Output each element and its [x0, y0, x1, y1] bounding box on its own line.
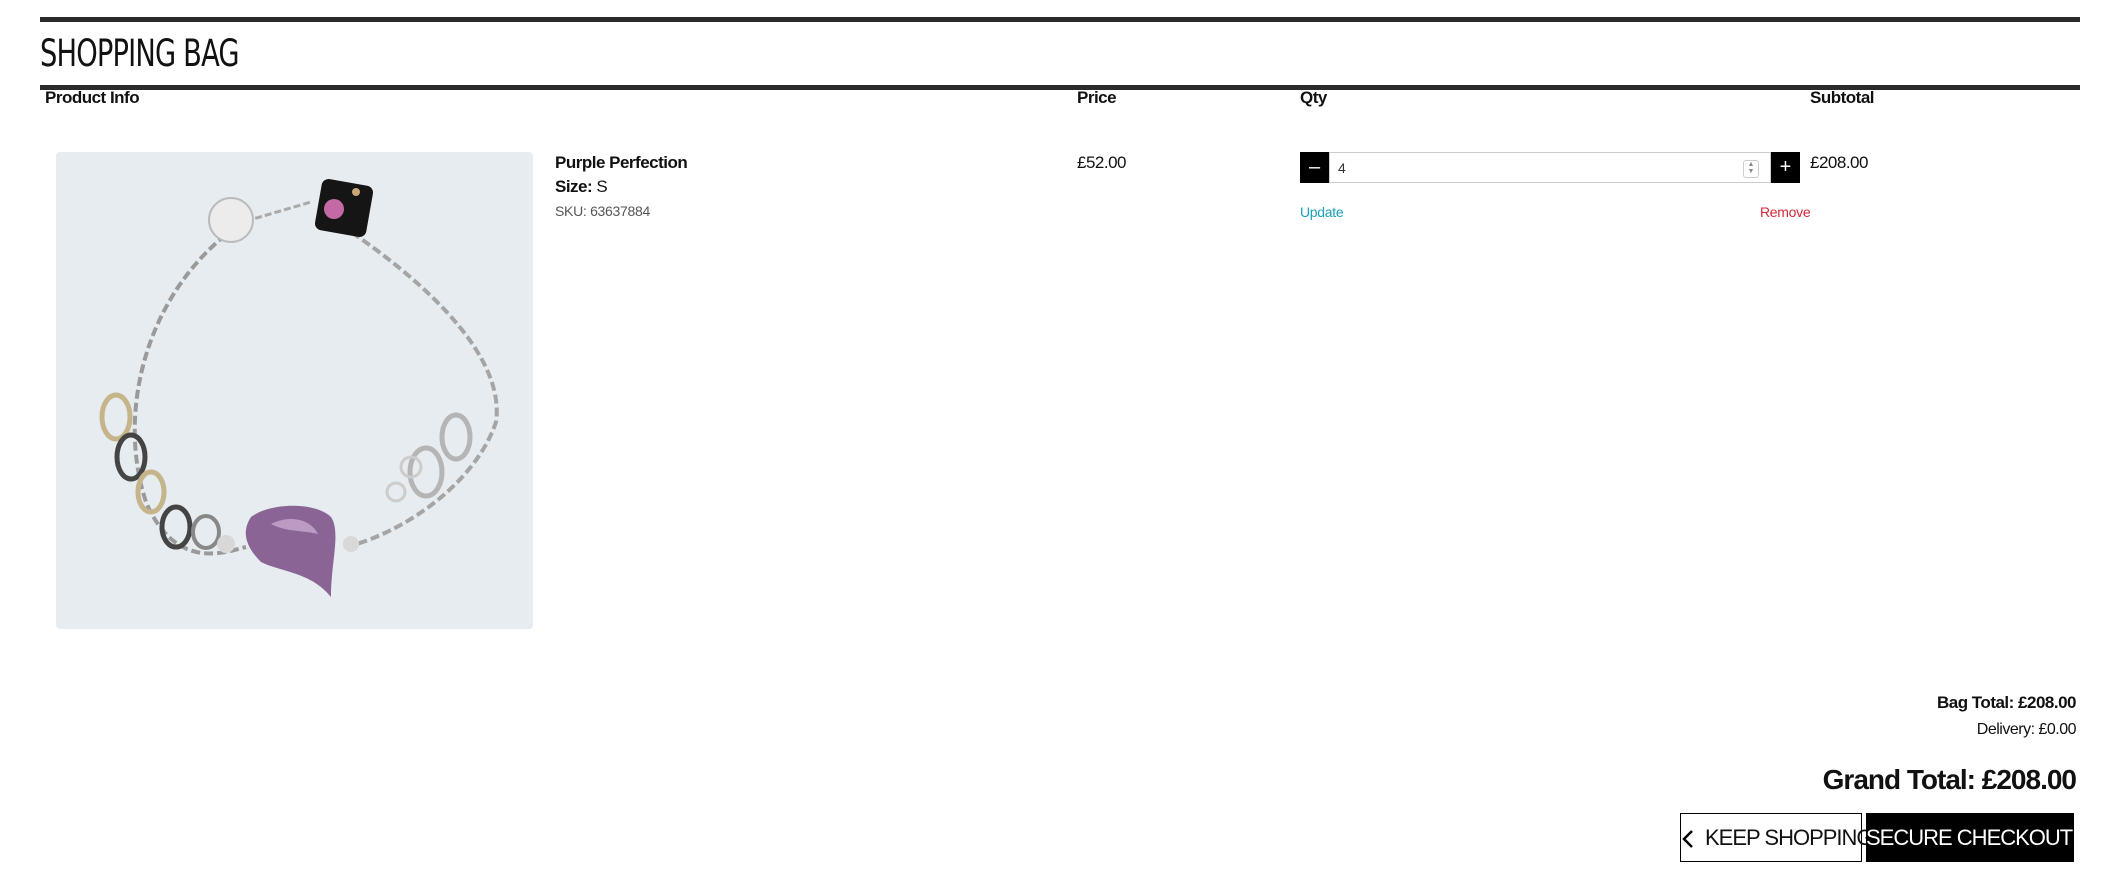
product-size: Size: S: [555, 177, 608, 197]
product-name[interactable]: Purple Perfection: [555, 153, 688, 173]
keep-shopping-label: KEEP SHOPPING: [1705, 825, 1874, 850]
size-label: Size:: [555, 177, 593, 196]
header-divider: [40, 85, 2080, 90]
product-sku: SKU: 63637884: [555, 203, 650, 219]
quantity-input[interactable]: [1329, 152, 1771, 183]
shopping-bag-page: SHOPPING BAG: [40, 17, 2080, 90]
bracelet-image: [99, 178, 499, 597]
lock-icon: [2081, 828, 2098, 850]
product-image[interactable]: [56, 152, 533, 629]
secure-checkout-label: SECURE CHECKOUT: [1866, 825, 2073, 850]
quantity-stepper: – ▲▼ +: [1300, 152, 1800, 183]
remove-link[interactable]: Remove: [1760, 204, 1811, 220]
item-subtotal: £208.00: [1810, 153, 1868, 172]
header-product-info: Product Info: [45, 88, 140, 107]
header-price: Price: [1077, 88, 1117, 107]
delivery-cost: Delivery: £0.00: [1976, 721, 2077, 738]
chevron-left-icon: [1682, 830, 1693, 849]
product-price: £52.00: [1077, 153, 1127, 172]
qty-spinner-icon[interactable]: ▲ ▼: [1743, 160, 1759, 178]
secure-checkout-button[interactable]: SECURE CHECKOUT: [1866, 813, 2098, 862]
header-subtotal: Subtotal: [1810, 88, 1875, 107]
page-title: SHOPPING BAG: [40, 32, 240, 75]
header-qty: Qty: [1300, 88, 1327, 107]
grand-total: Grand Total: £208.00: [1822, 764, 2077, 795]
keep-shopping-button[interactable]: KEEP SHOPPING: [1680, 813, 1874, 862]
top-divider: [40, 17, 2080, 22]
bag-total: Bag Total: £208.00: [1936, 693, 2077, 712]
qty-increase-button[interactable]: +: [1771, 152, 1800, 183]
qty-decrease-button[interactable]: –: [1300, 152, 1329, 183]
size-value: S: [596, 177, 608, 196]
update-link[interactable]: Update: [1300, 204, 1344, 220]
